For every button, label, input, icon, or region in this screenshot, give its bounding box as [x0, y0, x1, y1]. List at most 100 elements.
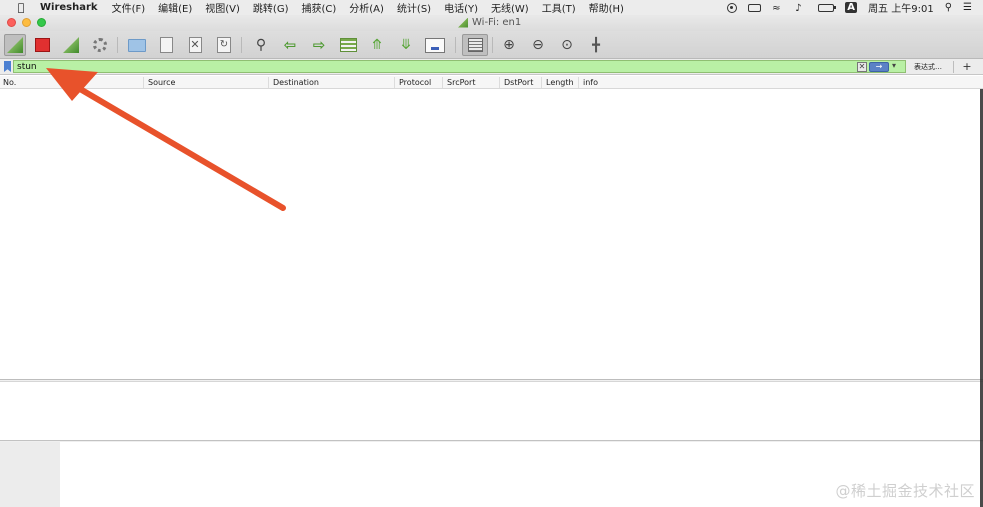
- column-divider[interactable]: [268, 77, 269, 88]
- save-file-icon: [159, 37, 173, 53]
- wireshark-fin-icon: [458, 17, 468, 28]
- column-divider[interactable]: [394, 77, 395, 88]
- column-header-dstport[interactable]: DstPort: [504, 78, 533, 87]
- watermark-text: @稀土掘金技术社区: [835, 482, 975, 500]
- restart-capture-button[interactable]: [60, 34, 82, 56]
- packet-list-pane[interactable]: [0, 89, 983, 379]
- last-packet-icon: ⤋: [400, 37, 412, 53]
- column-header-protocol[interactable]: Protocol: [399, 78, 431, 87]
- apply-filter-icon[interactable]: →: [869, 62, 889, 72]
- resize-columns-icon: ╋: [592, 37, 600, 53]
- first-packet-button[interactable]: ⤊: [366, 34, 388, 56]
- go-back-button[interactable]: ⇦: [279, 34, 301, 56]
- colorize-icon: [425, 37, 445, 53]
- recent-filters-dropdown-icon[interactable]: ▾: [892, 61, 896, 70]
- column-header-info[interactable]: info: [583, 78, 598, 87]
- zoom-in-button[interactable]: ⊕: [498, 34, 520, 56]
- menu-tools[interactable]: 工具(T): [542, 0, 576, 15]
- app-menu-wireshark[interactable]: Wireshark: [40, 2, 98, 13]
- go-forward-icon: ⇨: [312, 36, 326, 54]
- menu-statistics[interactable]: 统计(S): [397, 0, 431, 15]
- column-divider[interactable]: [143, 77, 144, 88]
- go-to-packet-icon: [339, 38, 357, 52]
- capture-options-gear-icon: [93, 38, 107, 52]
- go-back-icon: ⇦: [283, 36, 297, 54]
- zoom-reset-icon: ⊙: [561, 37, 573, 53]
- find-packet-icon: ⚲: [255, 37, 267, 53]
- window-close-button[interactable]: [7, 18, 16, 27]
- colorize-button[interactable]: [424, 34, 446, 56]
- menu-telephony[interactable]: 电话(Y): [444, 0, 478, 15]
- column-header-destination[interactable]: Destination: [273, 78, 319, 87]
- shark-fin-start-icon: [7, 37, 23, 53]
- go-to-packet-button[interactable]: [337, 34, 359, 56]
- clear-filter-icon[interactable]: ✕: [857, 62, 867, 72]
- menu-bar-status-area: ≈ ♪ A 周五 上午9:01 ⚲ ☰: [727, 0, 983, 15]
- input-method-icon[interactable]: A: [845, 2, 858, 13]
- column-divider[interactable]: [541, 77, 542, 88]
- add-filter-button[interactable]: +: [960, 59, 974, 74]
- capture-options-button[interactable]: [89, 34, 111, 56]
- window-zoom-button[interactable]: [37, 18, 46, 27]
- packet-bytes-offset-gutter: [0, 442, 60, 507]
- stop-capture-button[interactable]: [31, 34, 53, 56]
- menu-file[interactable]: 文件(F): [112, 0, 146, 15]
- notification-center-icon[interactable]: ☰: [963, 2, 972, 13]
- toolbar-separator: [455, 37, 456, 53]
- window-title-bar: Wi-Fi: en1: [0, 15, 983, 31]
- close-file-button[interactable]: ✕: [184, 34, 206, 56]
- memory-monitor-icon[interactable]: [748, 3, 762, 12]
- toolbar-separator: [241, 37, 242, 53]
- menu-wireless[interactable]: 无线(W): [491, 0, 529, 15]
- column-header-time[interactable]: me: [62, 78, 75, 87]
- reload-file-button[interactable]: ↻: [213, 34, 235, 56]
- menu-help[interactable]: 帮助(H): [589, 0, 624, 15]
- menu-view[interactable]: 视图(V): [205, 0, 240, 15]
- zoom-reset-button[interactable]: ⊙: [556, 34, 578, 56]
- zoom-out-icon: ⊖: [532, 37, 544, 53]
- window-title-text: Wi-Fi: en1: [472, 17, 522, 28]
- menu-edit[interactable]: 编辑(E): [158, 0, 192, 15]
- filter-bar-divider: [953, 61, 954, 73]
- main-toolbar: ✕ ↻ ⚲ ⇦ ⇨ ⤊ ⤋ ⊕ ⊖ ⊙ ╋: [0, 31, 983, 59]
- toolbar-separator: [117, 37, 118, 53]
- window-minimize-button[interactable]: [22, 18, 31, 27]
- filter-expression-button[interactable]: 表达式…: [907, 60, 949, 74]
- menu-capture[interactable]: 捕获(C): [301, 0, 336, 15]
- wifi-icon[interactable]: ≈: [772, 3, 784, 14]
- autoscroll-icon: [467, 38, 483, 52]
- menu-bar-clock[interactable]: 周五 上午9:01: [868, 0, 934, 15]
- zoom-out-button[interactable]: ⊖: [527, 34, 549, 56]
- column-header-no[interactable]: No.: [3, 78, 16, 87]
- filter-bookmark-icon[interactable]: [4, 61, 11, 72]
- column-header-length[interactable]: Length: [546, 78, 574, 87]
- spotlight-search-icon[interactable]: ⚲: [945, 2, 952, 13]
- column-divider[interactable]: [578, 77, 579, 88]
- display-filter-bar: ✕ → ▾ 表达式… +: [0, 59, 983, 75]
- column-divider[interactable]: [499, 77, 500, 88]
- packet-details-pane[interactable]: [0, 382, 983, 440]
- volume-icon[interactable]: ♪: [795, 3, 807, 14]
- menu-go[interactable]: 跳转(G): [253, 0, 289, 15]
- go-forward-button[interactable]: ⇨: [308, 34, 330, 56]
- column-divider[interactable]: [442, 77, 443, 88]
- reload-file-icon: ↻: [217, 37, 231, 53]
- menu-analyze[interactable]: 分析(A): [349, 0, 384, 15]
- battery-icon[interactable]: [818, 3, 837, 12]
- autoscroll-button[interactable]: [462, 34, 488, 56]
- zoom-in-icon: ⊕: [503, 37, 515, 53]
- save-file-button[interactable]: [155, 34, 177, 56]
- apple-menu-icon[interactable]: : [14, 1, 28, 14]
- screen-record-icon[interactable]: [727, 2, 738, 13]
- display-filter-input[interactable]: [13, 60, 906, 73]
- start-capture-button[interactable]: [4, 34, 26, 56]
- resize-columns-button[interactable]: ╋: [585, 34, 607, 56]
- restart-capture-icon: [63, 37, 79, 53]
- last-packet-button[interactable]: ⤋: [395, 34, 417, 56]
- packet-list-header: No. me Source Destination Protocol SrcPo…: [0, 76, 983, 89]
- column-header-srcport[interactable]: SrcPort: [447, 78, 475, 87]
- column-header-source[interactable]: Source: [148, 78, 175, 87]
- open-file-button[interactable]: [126, 34, 148, 56]
- find-packet-button[interactable]: ⚲: [250, 34, 272, 56]
- stop-capture-icon: [34, 38, 50, 52]
